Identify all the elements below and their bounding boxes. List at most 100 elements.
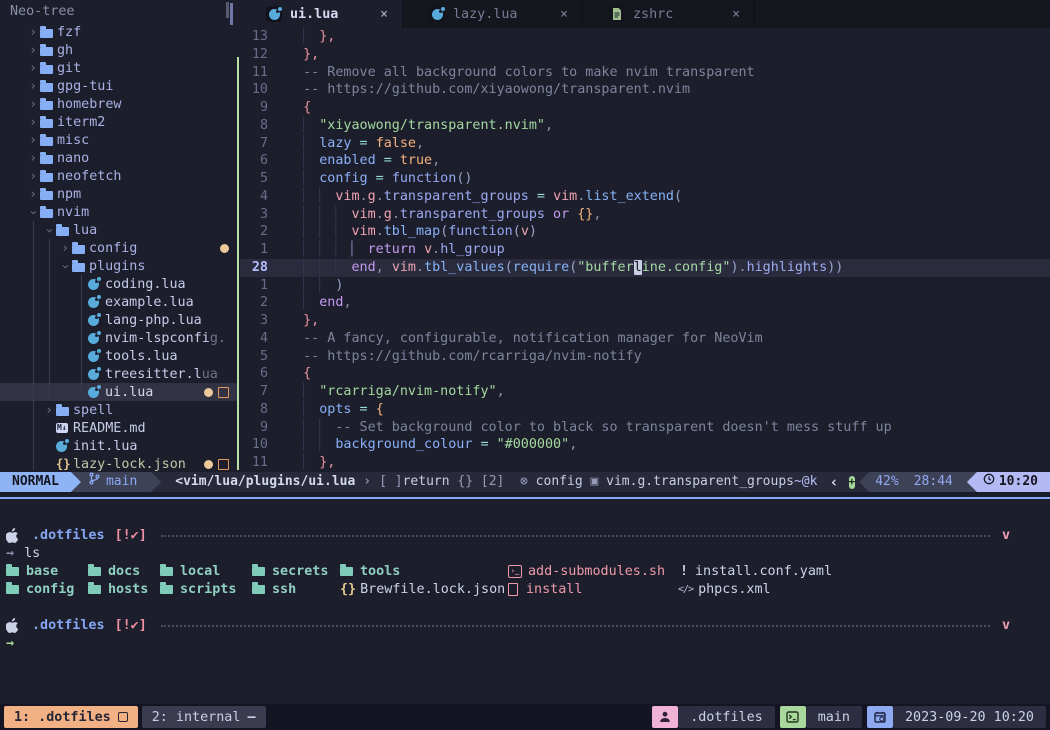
- expander-chevron-icon[interactable]: ›: [58, 259, 73, 273]
- tree-item-misc[interactable]: ›misc: [0, 131, 237, 149]
- tree-item-iterm2[interactable]: ›iterm2: [0, 113, 237, 131]
- host-name: main: [806, 706, 862, 728]
- code-line[interactable]: 2 ▏ end,: [240, 294, 1050, 312]
- folder-icon: [6, 585, 19, 594]
- git-branch-name: main: [106, 472, 137, 492]
- expander-chevron-icon[interactable]: ›: [26, 61, 40, 76]
- shell-pane[interactable]: .dotfiles[!✔]v→lsbasedocslocalsecretstoo…: [0, 499, 1050, 704]
- shell-cursor-line[interactable]: →: [0, 634, 1050, 652]
- line-number: 10: [240, 436, 268, 454]
- code-line[interactable]: 2 ▏ ▏ ▏ vim.tbl_map(function(v): [240, 223, 1050, 241]
- tab-label: lazy.lua: [453, 7, 518, 22]
- tree-item-lang-php.lua[interactable]: lang-php.lua: [0, 311, 237, 329]
- tree-item-nano[interactable]: ›nano: [0, 149, 237, 167]
- code-line[interactable]: 12 },: [240, 46, 1050, 64]
- code-line[interactable]: 5 ▏ config = function(): [240, 170, 1050, 188]
- tree-item-homebrew[interactable]: ›homebrew: [0, 95, 237, 113]
- line-number: 6: [240, 365, 268, 383]
- ls-entry-label: secrets: [272, 564, 328, 579]
- tree-item-README.md[interactable]: M↓README.md: [0, 419, 237, 437]
- code-line[interactable]: 8 ▏ opts = {: [240, 401, 1050, 419]
- tab-close-icon[interactable]: ×: [728, 7, 744, 22]
- tree-item-lazy-lock.json[interactable]: {}lazy-lock.json: [0, 455, 237, 472]
- expander-chevron-icon[interactable]: ›: [26, 115, 40, 130]
- diff-added-icon: +: [849, 476, 856, 489]
- tmux-window-1: .dotfiles[interactable]: 1: .dotfiles: [4, 706, 138, 728]
- code-line[interactable]: 6 ▏ enabled = true,: [240, 152, 1050, 170]
- code-line[interactable]: 6 {: [240, 365, 1050, 383]
- expander-chevron-icon[interactable]: ›: [58, 241, 72, 256]
- code-line[interactable]: 1 ▏ ▏ ): [240, 277, 1050, 295]
- code-line[interactable]: 7 ▏ lazy = false,: [240, 135, 1050, 153]
- tree-item-config[interactable]: ›config: [0, 239, 237, 257]
- tree-item-fzf[interactable]: ›fzf: [0, 23, 237, 41]
- code-line[interactable]: 4 ▏ ▏ vim.g.transparent_groups = vim.lis…: [240, 188, 1050, 206]
- prompt-arrow-icon: →: [6, 546, 14, 561]
- tree-item-gh[interactable]: ›gh: [0, 41, 237, 59]
- expander-chevron-icon[interactable]: ›: [26, 25, 40, 40]
- tree-item-nvim-lspconfi[interactable]: nvim-lspconfig.: [0, 329, 237, 347]
- code-line[interactable]: 7 ▏ "rcarriga/nvim-notify",: [240, 383, 1050, 401]
- tab-close-icon[interactable]: ×: [556, 7, 572, 22]
- tab-zshrc[interactable]: zshrc×: [583, 0, 755, 28]
- neotree-file-list: ›fzf›gh›git›gpg-tui›homebrew›iterm2›misc…: [0, 23, 237, 472]
- tree-item-git[interactable]: ›git: [0, 59, 237, 77]
- code-line[interactable]: 3 ▏ ▏ ▏ vim.g.transparent_groups or {},: [240, 206, 1050, 224]
- ls-entry-hosts: hosts: [88, 580, 148, 598]
- tree-item-neofetch[interactable]: ›neofetch: [0, 167, 237, 185]
- expander-chevron-icon[interactable]: ›: [26, 133, 40, 148]
- tree-item-treesitter.l[interactable]: treesitter.lua: [0, 365, 237, 383]
- tree-item-ui.lua[interactable]: ui.lua: [0, 383, 237, 401]
- code-buffer[interactable]: 13 ▏ },12 },11 -- Remove all background …: [240, 28, 1050, 472]
- git-status-badges: [220, 239, 229, 257]
- expander-chevron-icon[interactable]: ›: [26, 43, 40, 58]
- code-line-current[interactable]: 28 ▏ ▏ ▏ end, vim.tbl_values(require("bu…: [240, 259, 1050, 277]
- code-line[interactable]: 9 {: [240, 99, 1050, 117]
- tab-close-icon[interactable]: ×: [376, 7, 392, 22]
- statusline: NORMAL main <vim/lua/plugins/ui.lua › [ …: [0, 472, 1050, 492]
- expander-chevron-icon[interactable]: ›: [26, 151, 40, 166]
- tree-item-gpg-tui[interactable]: › gpg-tui: [0, 77, 237, 95]
- code-line[interactable]: 9 ▏ ▏ -- Set background color to black s…: [240, 419, 1050, 437]
- expander-chevron-icon[interactable]: ›: [26, 169, 40, 184]
- tab-lazy.lua[interactable]: lazy.lua ×: [403, 0, 583, 28]
- neotree-sidebar[interactable]: Neo-tree ›fzf›gh›git›gpg-tui›homebrew›it…: [0, 0, 237, 472]
- code-line[interactable]: 13 ▏ },: [240, 28, 1050, 46]
- apple-icon: [6, 528, 20, 543]
- code-line[interactable]: 5 -- https://github.com/rcarriga/nvim-no…: [240, 348, 1050, 366]
- tree-item-label: gpg-tui: [57, 79, 113, 94]
- code-line[interactable]: 1 ▏ ▏ ▏ ▏ return v.hl_group: [240, 241, 1050, 259]
- line-number: 5: [240, 348, 268, 366]
- window-separator[interactable]: [237, 57, 239, 470]
- ls-entry-label: ssh: [272, 582, 296, 597]
- tree-item-lua[interactable]: ›lua: [0, 221, 237, 239]
- tree-item-tools.lua[interactable]: tools.lua: [0, 347, 237, 365]
- tree-item-nvim[interactable]: ›nvim: [0, 203, 237, 221]
- line-number: 13: [240, 28, 268, 46]
- code-line[interactable]: 3 },: [240, 312, 1050, 330]
- code-line[interactable]: 11 ▏ },: [240, 454, 1050, 472]
- code-line[interactable]: 10 -- https://github.com/xiyaowong/trans…: [240, 81, 1050, 99]
- folder-icon: [40, 81, 57, 92]
- code-line[interactable]: 8 ▏ "xiyaowong/transparent.nvim",: [240, 117, 1050, 135]
- tree-item-init.lua[interactable]: init.lua: [0, 437, 237, 455]
- expander-chevron-icon[interactable]: ›: [26, 187, 40, 202]
- tree-item-plugins[interactable]: ›plugins: [0, 257, 237, 275]
- expander-chevron-icon[interactable]: ›: [26, 205, 41, 219]
- tree-item-coding.lua[interactable]: coding.lua: [0, 275, 237, 293]
- code-text: ▏ "xiyaowong/transparent.nvim",: [287, 117, 553, 135]
- expander-chevron-icon[interactable]: ›: [42, 403, 56, 418]
- tree-item-npm[interactable]: ›npm: [0, 185, 237, 203]
- tree-item-example.lua[interactable]: example.lua: [0, 293, 237, 311]
- neotree-scrollbar[interactable]: [226, 2, 229, 18]
- tab-ui.lua[interactable]: ui.lua×: [240, 0, 403, 28]
- code-line[interactable]: 4 -- A fancy, configurable, notification…: [240, 330, 1050, 348]
- tree-item-spell[interactable]: ›spell: [0, 401, 237, 419]
- code-line[interactable]: 10 ▏ ▏ background_colour = "#000000",: [240, 436, 1050, 454]
- tmux-window-2: internal[interactable]: 2: internal–: [142, 706, 266, 728]
- expander-chevron-icon[interactable]: ›: [26, 79, 40, 94]
- expander-chevron-icon[interactable]: ›: [42, 223, 57, 237]
- expander-chevron-icon[interactable]: ›: [26, 97, 40, 112]
- code-line[interactable]: 11 -- Remove all background colors to ma…: [240, 64, 1050, 82]
- line-number: 10: [240, 81, 268, 99]
